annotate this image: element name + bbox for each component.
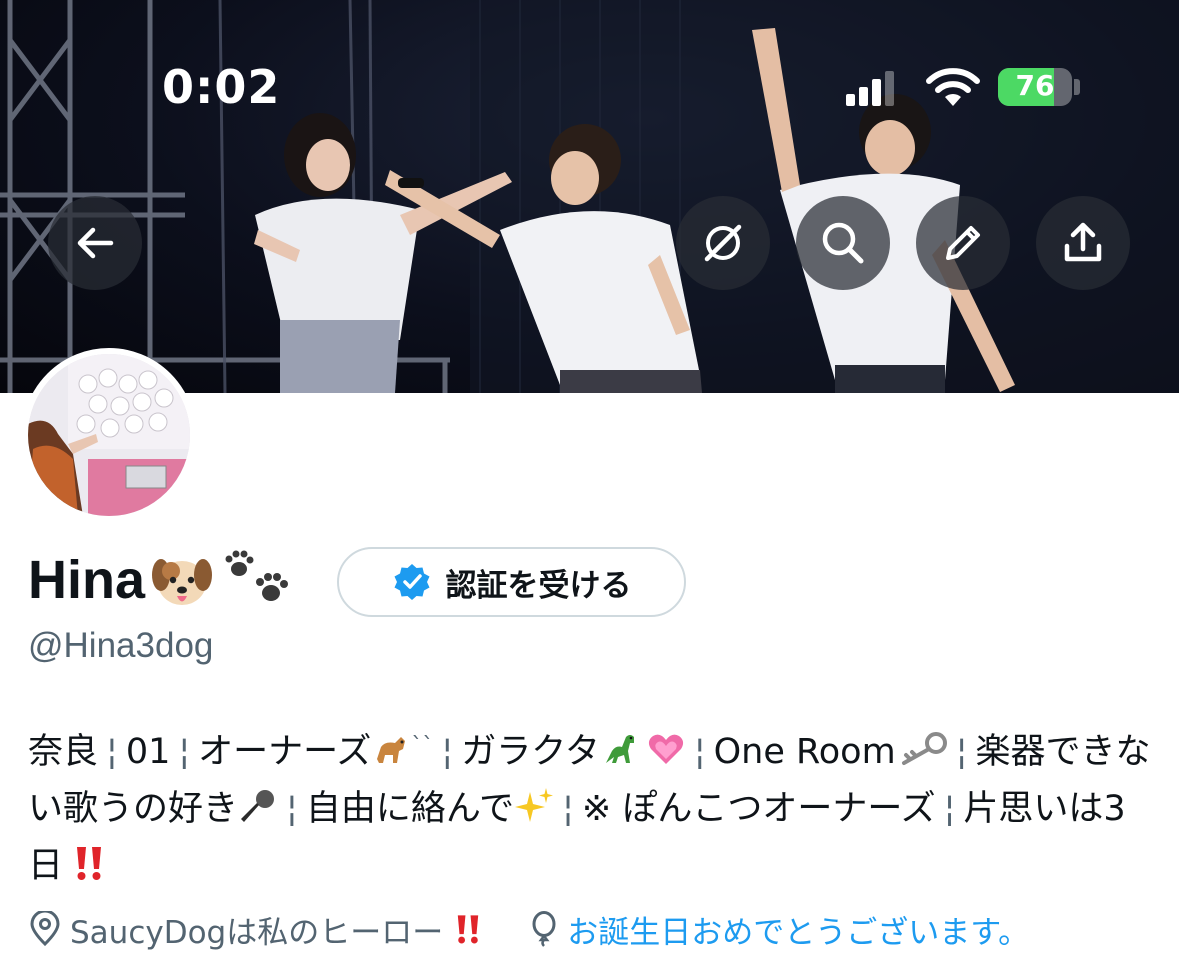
bio-segment: 自由に絡んで — [305, 789, 515, 829]
profile-avatar[interactable] — [22, 348, 196, 522]
get-verified-label: 認証を受ける — [445, 567, 632, 604]
balloon-icon — [532, 911, 556, 947]
dinosaur-emoji — [605, 735, 634, 763]
dog-emoji — [377, 737, 406, 763]
battery-nub — [1074, 79, 1080, 95]
bio-segment: ガラクタ — [461, 732, 600, 772]
edit-button[interactable] — [916, 196, 1010, 290]
location-pin-icon — [30, 911, 60, 947]
bio-segment: 奈良 — [28, 732, 99, 772]
bio-separator: ¦ — [286, 789, 298, 829]
location-text: SaucyDogは私のヒーロー — [70, 914, 444, 951]
bio-separator: ¦ — [441, 732, 454, 772]
profile-meta-row: SaucyDogは私のヒーロー お誕生日おめでとうございます。 — [28, 904, 1073, 954]
bio-segment: ※ ぽんこつオーナーズ — [581, 789, 936, 829]
get-verified-button[interactable]: 認証を受ける — [337, 547, 686, 617]
sparkles-emoji — [515, 788, 554, 822]
cellular-signal-icon — [846, 70, 896, 106]
key-emoji — [901, 732, 947, 765]
birthday-link[interactable]: お誕生日おめでとうございます。 — [567, 907, 1029, 952]
bio-segment: オーナーズ — [198, 732, 372, 772]
pink-heart-emoji — [648, 734, 683, 764]
avatar-photo — [28, 354, 190, 516]
search-button[interactable] — [796, 196, 890, 290]
bio-separator: ¦ — [562, 789, 574, 829]
arrow-left-icon — [77, 227, 114, 259]
profile-banner[interactable]: 0:02 76 — [0, 0, 1179, 393]
profile-bio: 奈良 ¦ 01 ¦ オーナーズ `` ¦ ガラクタ ¦ One Room ¦ 楽器できない歌うの好き ¦… — [28, 718, 1158, 895]
display-name: Hina — [28, 550, 146, 610]
bio-mark: `` — [411, 734, 434, 759]
paw-prints-emoji — [225, 550, 289, 601]
double-exclamation-emoji — [458, 915, 479, 944]
bio-separator: ¦ — [693, 732, 706, 772]
banner-photo — [0, 0, 1179, 393]
bio-separator: ¦ — [955, 732, 968, 772]
pencil-icon — [946, 226, 980, 260]
verified-badge-icon — [394, 564, 429, 600]
microphone-emoji — [241, 790, 275, 822]
user-handle: @Hina3dog — [28, 626, 214, 665]
search-icon — [822, 222, 864, 264]
battery-icon: 76 — [998, 68, 1072, 106]
dog-face-emoji — [152, 559, 213, 605]
double-exclamation-emoji — [77, 847, 102, 880]
share-button[interactable] — [1036, 196, 1130, 290]
bio-segment: One Room — [713, 732, 896, 772]
bio-separator: ¦ — [943, 789, 956, 829]
bio-separator: ¦ — [178, 732, 191, 772]
grok-icon — [704, 224, 742, 262]
grok-button[interactable] — [676, 196, 770, 290]
birthday-item[interactable]: お誕生日おめでとうございます。 — [529, 907, 1029, 952]
share-icon — [1064, 222, 1102, 262]
bio-separator: ¦ — [106, 732, 118, 772]
location-item: SaucyDogは私のヒーロー — [28, 907, 485, 952]
battery-percent: 76 — [1015, 69, 1055, 102]
display-name-row: Hina — [28, 540, 295, 620]
status-time: 0:02 — [162, 60, 281, 114]
back-button[interactable] — [48, 196, 142, 290]
bio-segment: 01 — [125, 732, 171, 772]
wifi-icon — [926, 68, 980, 106]
